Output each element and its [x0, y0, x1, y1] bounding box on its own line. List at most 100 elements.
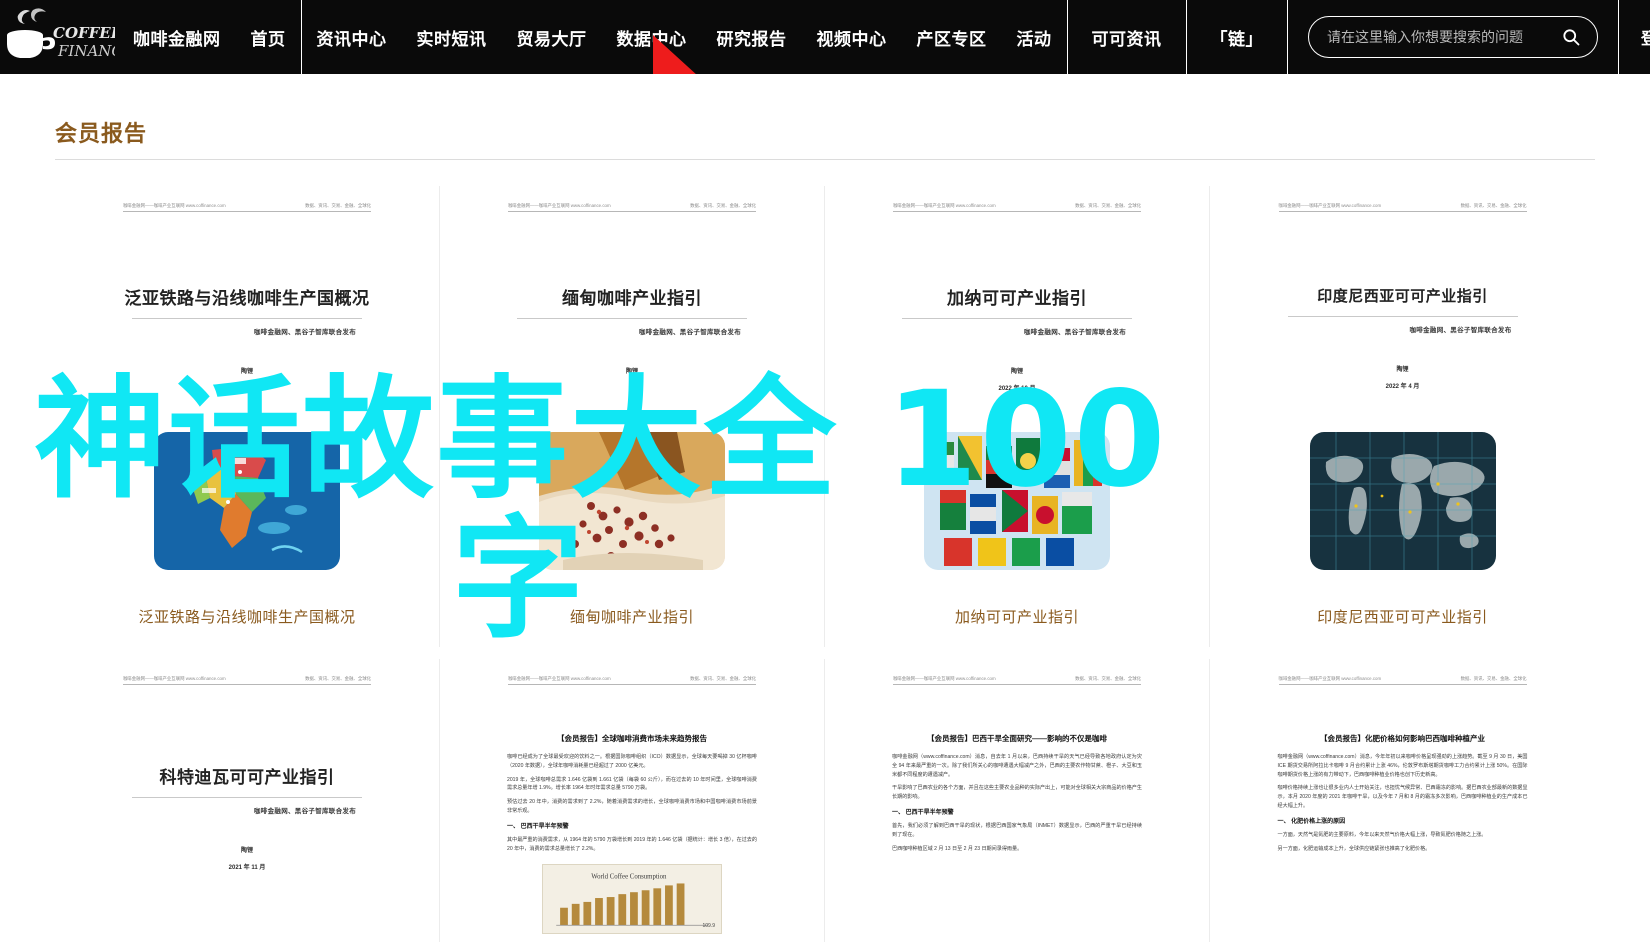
doc-date: 2022 年 4 月: [1385, 383, 1420, 390]
doc-publisher: 咖啡金融网、黑谷子智库联合发布: [1409, 326, 1512, 334]
page-content: 会员报告 咖啡金融网——咖啡产业互联网 www.coffinance.com 数…: [0, 74, 1650, 942]
section-divider: [55, 159, 1595, 160]
report-thumbnail: 咖啡金融网——咖啡产业互联网 www.coffinance.com 数据、资讯、…: [487, 186, 777, 584]
site-logo[interactable]: COFFEE FINANCE: [0, 0, 118, 74]
doc-header-right: 数据、资讯、交易、金融、全球化: [305, 675, 371, 682]
report-card-label[interactable]: 泛亚铁路与沿线咖啡生产国概况: [138, 606, 355, 627]
doc-body: 咖啡金融网（www.coffinance.com）消息，今年年初以来咖啡价格呈现…: [1278, 753, 1528, 858]
doc-header-left: 咖啡金融网——咖啡产业互联网 www.coffinance.com: [893, 202, 996, 209]
doc-paragraph: 干旱影响了巴西农业的各个方面，并且在这些主要农业品种的实际产出上，可能对全球相关…: [892, 785, 1142, 801]
doc-paragraph: 咖啡金融网（www.coffinance.com）消息，自去年 1 月以来，巴西…: [892, 754, 1142, 778]
report-card-label[interactable]: 印度尼西亚可可产业指引: [1317, 606, 1488, 627]
doc-date: 2022 年 10 月: [998, 386, 1036, 393]
doc-body: 咖啡金融网（www.coffinance.com）消息，自去年 1 月以来，巴西…: [892, 753, 1142, 858]
doc-title-rule: [1287, 315, 1518, 317]
nav-item-cocoa-news[interactable]: 可可资讯: [1068, 0, 1186, 74]
report-thumbnail: 咖啡金融网——咖啡产业互联网 www.coffinance.com 数据、资讯、…: [1257, 186, 1548, 584]
nav-item-realtime-news[interactable]: 实时短讯: [402, 0, 502, 74]
doc-date: 2022 年: [236, 386, 258, 393]
doc-title: 缅甸咖啡产业指引: [562, 288, 702, 308]
nav-item-research-reports[interactable]: 研究报告: [702, 0, 802, 74]
doc-paragraph: 2019 年，全球咖啡总需求 1.646 亿袋到 1.661 亿袋（每袋 60 …: [507, 776, 757, 792]
doc-header: 咖啡金融网——咖啡产业互联网 www.coffinance.com 数据、资讯、…: [508, 202, 756, 212]
report-thumbnail: 咖啡金融网——咖啡产业互联网 www.coffinance.com 数据、资讯、…: [872, 659, 1162, 942]
nav-item-video-center[interactable]: 视频中心: [802, 0, 902, 74]
nav-group-chain: 「链」: [1187, 0, 1288, 74]
chart-value-label: 109.9: [702, 923, 715, 930]
africa-flags-photo-icon: [924, 432, 1110, 570]
nav-item-trade-hall[interactable]: 贸易大厅: [502, 0, 602, 74]
doc-publisher: 咖啡金融网、黑谷子智库联合发布: [1024, 329, 1126, 337]
search-input[interactable]: [1327, 29, 1561, 45]
doc-header: 咖啡金融网——咖啡产业互联网 www.coffinance.com 数据、资讯、…: [893, 202, 1141, 212]
nav-item-data-center[interactable]: 数据中心: [602, 0, 702, 74]
doc-header-right: 数据、资讯、交易、金融、全球化: [1460, 202, 1527, 209]
doc-paragraph: 咖啡金融网（www.coffinance.com）消息，今年年初以来咖啡价格呈现…: [1277, 754, 1528, 778]
nav-item-events[interactable]: 活动: [1002, 0, 1067, 74]
coffee-finance-logo-icon: COFFEE FINANCE: [7, 8, 115, 60]
doc-header: 咖啡金融网——咖啡产业互联网 www.coffinance.com 数据、资讯、…: [1278, 202, 1527, 212]
report-thumbnail: 咖啡金融网——咖啡产业互联网 www.coffinance.com 数据、资讯、…: [487, 659, 777, 942]
search-icon[interactable]: [1561, 27, 1581, 47]
doc-section-heading: 一、 巴西干旱半年预警: [892, 809, 954, 816]
consumption-bar-chart-icon: World Coffee Consumption: [556, 874, 708, 926]
doc-title: 泛亚铁路与沿线咖啡生产国概况: [124, 288, 370, 308]
africa-flags-image: [924, 432, 1110, 570]
doc-header-right: 数据、资讯、交易、金融、全球化: [305, 202, 371, 209]
doc-date: 2021 年 11 月: [228, 865, 266, 872]
nav-item-home[interactable]: 首页: [236, 0, 301, 74]
doc-header: 咖啡金融网——咖啡产业互联网 www.coffinance.com 数据、资讯、…: [893, 675, 1141, 685]
login-register-button[interactable]: 登录/注册: [1641, 25, 1650, 49]
nav-item-origin-zone[interactable]: 产区专区: [902, 0, 1002, 74]
report-grid-row-2: 咖啡金融网——咖啡产业互联网 www.coffinance.com 数据、资讯、…: [55, 659, 1595, 942]
doc-title: 加纳可可产业指引: [947, 288, 1087, 308]
page-title: 会员报告: [55, 121, 148, 146]
doc-publisher: 咖啡金融网、黑谷子智库联合发布: [639, 329, 741, 337]
nav-item-brand[interactable]: 咖啡金融网: [118, 0, 236, 74]
doc-section-heading: 一、 化肥价格上涨的原因: [1277, 818, 1346, 825]
doc-header-left: 咖啡金融网——咖啡产业互联网 www.coffinance.com: [508, 675, 611, 682]
doc-title: 印度尼西亚可可产业指引: [1317, 287, 1488, 305]
doc-header-right: 数据、资讯、交易、金融、全球化: [1075, 675, 1141, 682]
report-thumbnail: 咖啡金融网——咖啡产业互联网 www.coffinance.com 数据、资讯、…: [102, 186, 392, 584]
report-grid-row-1: 咖啡金融网——咖啡产业互联网 www.coffinance.com 数据、资讯、…: [55, 186, 1595, 647]
doc-title-rule: [902, 318, 1132, 320]
report-thumbnail: 咖啡金融网——咖啡产业互联网 www.coffinance.com 数据、资讯、…: [102, 659, 392, 942]
doc-paragraph: 一方面，天然气是氮肥的主要原料，今年以来天然气价格大幅上涨，导致氮肥价格随之上涨…: [1277, 831, 1487, 838]
doc-paragraph: 咖啡已经成为了全球最受欢迎的饮料之一。根据国际咖啡组织（ICO）数据显示，全球每…: [507, 754, 757, 769]
nav-item-news-center[interactable]: 资讯中心: [302, 0, 402, 74]
report-card[interactable]: 咖啡金融网——咖啡产业互联网 www.coffinance.com 数据、资讯、…: [440, 659, 825, 942]
coffee-cherries-image: [539, 432, 725, 570]
nav-item-chain[interactable]: 「链」: [1187, 0, 1288, 74]
report-card[interactable]: 咖啡金融网——咖啡产业互联网 www.coffinance.com 数据、资讯、…: [825, 659, 1210, 942]
doc-paragraph: 预估过去 20 年中，消费的需求到了 2.2%，随着消费需求的增长，全球咖啡消费…: [507, 799, 757, 814]
report-thumbnail: 咖啡金融网——咖啡产业互联网 www.coffinance.com 数据、资讯、…: [1257, 659, 1548, 942]
doc-title: 【会员报告】化肥价格如何影响巴西咖啡种植产业: [1320, 733, 1485, 743]
coffee-cherries-photo-icon: [539, 432, 725, 570]
doc-paragraph: 其中最严重的消费需求，从 1964 年的 5790 万袋增长到 2019 年的 …: [507, 836, 757, 852]
doc-title-rule: [132, 318, 362, 320]
doc-header-right: 数据、资讯、交易、金融、全球化: [690, 675, 756, 682]
southeast-asia-map-image: [154, 432, 340, 570]
southeast-asia-map-icon: [154, 432, 340, 570]
report-card[interactable]: 咖啡金融网——咖啡产业互联网 www.coffinance.com 数据、资讯、…: [1210, 659, 1595, 942]
doc-header: 咖啡金融网——咖啡产业互联网 www.coffinance.com 数据、资讯、…: [508, 675, 756, 685]
doc-paragraph: 另一方面，化肥运输成本上升，全球供应链紧张也推高了化肥价格。: [1277, 845, 1431, 852]
doc-header-left: 咖啡金融网——咖啡产业互联网 www.coffinance.com: [123, 202, 226, 209]
doc-paragraph: 巴西咖啡种植区域 2 月 13 日至 2 月 23 日期间录得雨量。: [892, 845, 1023, 852]
doc-title: 【会员报告】巴西干旱全面研究——影响的不仅是咖啡: [927, 733, 1107, 743]
section-header: 会员报告: [55, 74, 1595, 160]
report-card[interactable]: 咖啡金融网——咖啡产业互联网 www.coffinance.com 数据、资讯、…: [55, 659, 440, 942]
doc-title: 科特迪瓦可可产业指引: [159, 767, 335, 787]
report-card-label[interactable]: 缅甸咖啡产业指引: [570, 606, 694, 627]
report-card[interactable]: 咖啡金融网——咖啡产业互联网 www.coffinance.com 数据、资讯、…: [1210, 186, 1595, 647]
top-navigation-bar: COFFEE FINANCE 咖啡金融网 首页 资讯中心 实时短讯 贸易大厅 数…: [0, 0, 1650, 125]
doc-header-right: 数据、资讯、交易、金融、全球化: [690, 202, 756, 209]
search-box[interactable]: [1308, 16, 1598, 58]
doc-title-rule: [132, 797, 362, 799]
report-card[interactable]: 咖啡金融网——咖啡产业互联网 www.coffinance.com 数据、资讯、…: [825, 186, 1210, 647]
report-card-label[interactable]: 加纳可可产业指引: [955, 606, 1079, 627]
report-card[interactable]: 咖啡金融网——咖啡产业互联网 www.coffinance.com 数据、资讯、…: [55, 186, 440, 647]
doc-header-left: 咖啡金融网——咖啡产业互联网 www.coffinance.com: [508, 202, 611, 209]
report-card[interactable]: 咖啡金融网——咖啡产业互联网 www.coffinance.com 数据、资讯、…: [440, 186, 825, 647]
